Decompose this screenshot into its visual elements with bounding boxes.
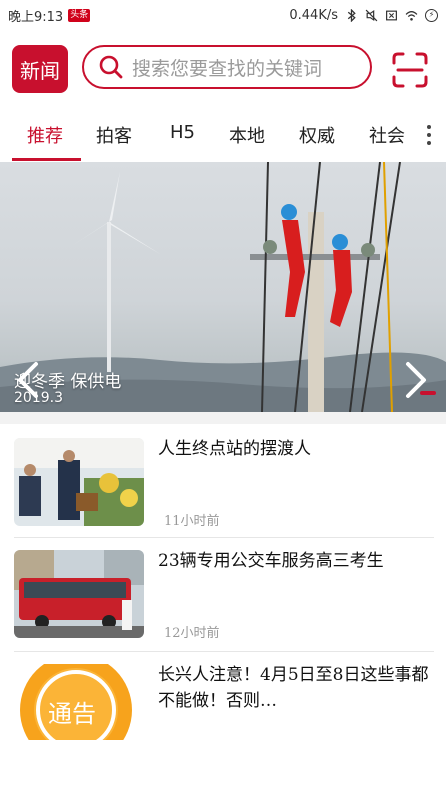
tab-recommend[interactable]: 推荐: [27, 122, 63, 148]
more-tabs-icon[interactable]: [424, 122, 434, 148]
news-item[interactable]: 通告 长兴人注意！4月5日至8日这些事都不能做！否则…: [0, 652, 446, 742]
news-item[interactable]: 人生终点站的摆渡人 11小时前: [0, 424, 446, 538]
news-title: 23辆专用公交车服务高三考生: [158, 551, 384, 571]
search-icon: [99, 55, 123, 79]
bus-photo: [14, 550, 144, 638]
news-thumbnail: [14, 438, 144, 526]
notice-text: 通告: [48, 700, 96, 728]
slide-indicator: [420, 391, 436, 395]
news-title: 长兴人注意！4月5日至8日这些事都不能做！否则…: [158, 665, 429, 711]
news-thumbnail: [14, 550, 144, 638]
section-gap: [0, 412, 446, 424]
wifi-icon: [405, 10, 418, 21]
status-left: 晚上9:13 头条: [8, 6, 91, 25]
search-bar[interactable]: 搜索您要查找的关键词: [82, 45, 372, 89]
mute-icon: [365, 9, 378, 21]
news-item[interactable]: 23辆专用公交车服务高三考生 12小时前: [0, 538, 446, 652]
app-header: 新闻 搜索您要查找的关键词: [0, 40, 446, 98]
battery-icon: ⚡: [425, 8, 438, 22]
active-tab-indicator: [12, 158, 81, 161]
search-placeholder: 搜索您要查找的关键词: [132, 57, 323, 80]
tab-authority[interactable]: 权威: [299, 122, 335, 148]
status-right: 0.44K/s ⚡: [289, 8, 438, 23]
tab-local[interactable]: 本地: [229, 122, 265, 148]
status-bar: 晚上9:13 头条 0.44K/s ⚡: [0, 0, 446, 30]
network-speed: 0.44K/s: [289, 7, 338, 23]
funeral-photo: [14, 438, 144, 526]
category-tabs: 推荐 拍客 H5 本地 权威 社会: [0, 110, 446, 163]
tab-paike[interactable]: 拍客: [96, 122, 132, 148]
no-sim-icon: [386, 10, 397, 20]
app-logo[interactable]: 新闻: [12, 45, 68, 93]
clock: 晚上9:13: [8, 9, 64, 25]
bluetooth-icon: [347, 8, 356, 22]
banner-carousel[interactable]: 迎冬季 保供电 2019.3: [0, 162, 446, 412]
news-thumbnail: 通告: [14, 664, 144, 740]
news-title: 人生终点站的摆渡人: [158, 439, 311, 459]
prev-slide-icon[interactable]: [14, 360, 42, 400]
tab-h5[interactable]: H5: [170, 122, 195, 143]
tab-society[interactable]: 社会: [369, 122, 405, 148]
news-time: 12小时前: [164, 626, 220, 641]
scan-icon[interactable]: [390, 50, 430, 90]
news-time: 11小时前: [164, 514, 220, 529]
app-notification-badge: 头条: [68, 8, 91, 22]
